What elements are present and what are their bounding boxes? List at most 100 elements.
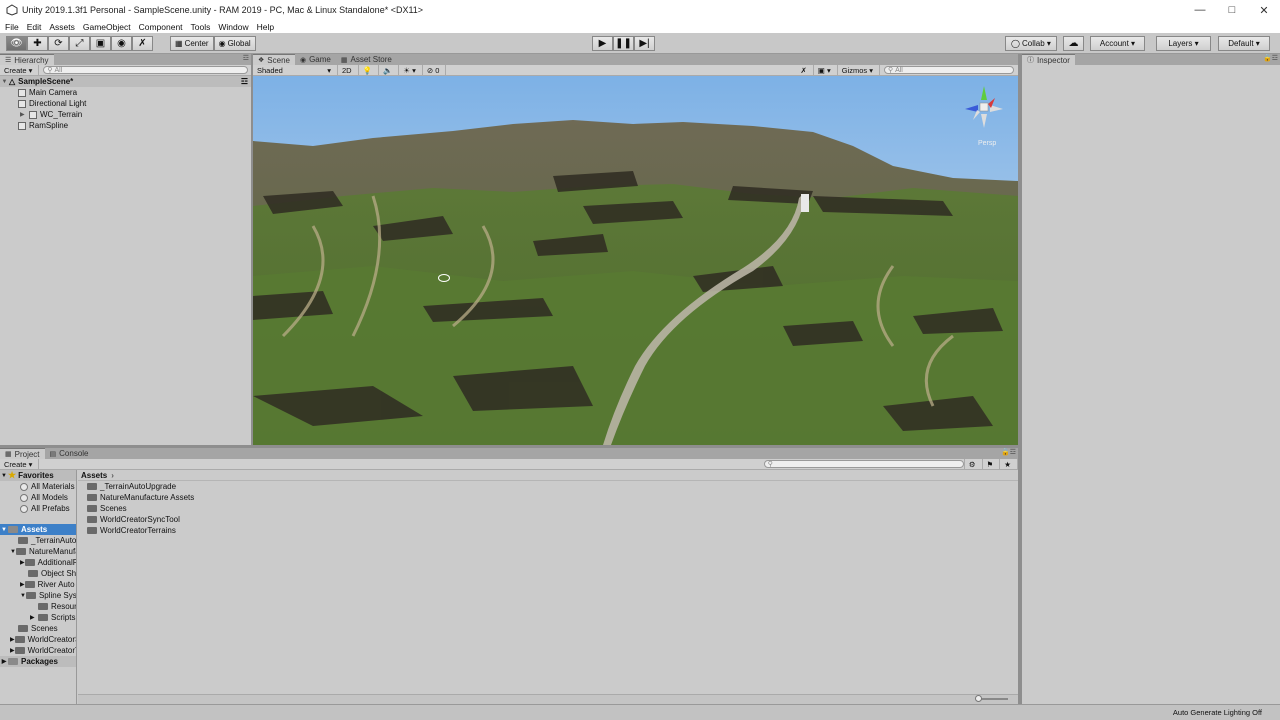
hierarchy-item[interactable]: ▶ WC_Terrain bbox=[0, 109, 251, 120]
hidden-objects-toggle[interactable]: ⊘ 0 bbox=[423, 64, 447, 76]
lighting-status[interactable]: Auto Generate Lighting Off bbox=[1173, 708, 1262, 717]
scene-search-input[interactable]: ⚲ All bbox=[884, 66, 1014, 74]
project-create-dropdown[interactable]: Create ▾ bbox=[0, 458, 40, 470]
expanded-arrow-icon[interactable]: ▼ bbox=[0, 527, 8, 533]
tree-folder-item[interactable]: ▶WorldCreatorSyncTool bbox=[0, 634, 76, 645]
tree-folder-item[interactable]: Scenes bbox=[0, 623, 76, 634]
panel-menu-icon[interactable]: ☲ bbox=[243, 54, 249, 62]
favorite-item[interactable]: All Materials bbox=[0, 481, 76, 492]
project-search-input[interactable]: ⚲ bbox=[763, 460, 964, 468]
collapsed-arrow-icon[interactable]: ▶ bbox=[0, 658, 8, 665]
filter-label-icon[interactable]: ⚑ bbox=[983, 458, 1001, 470]
favorites-row[interactable]: ▼ ★ Favorites bbox=[0, 470, 76, 481]
tab-project[interactable]: ▦ Project bbox=[0, 448, 45, 459]
transform-tool-icon[interactable]: ◉ bbox=[111, 36, 132, 51]
collapsed-arrow-icon[interactable]: ▶ bbox=[20, 581, 25, 588]
close-icon[interactable]: ✕ bbox=[1248, 0, 1280, 20]
scene-menu-icon[interactable]: ☲ bbox=[241, 77, 248, 86]
move-tool-icon[interactable]: ✚ bbox=[27, 36, 48, 51]
tree-folder-item[interactable]: _TerrainAutoUpgrade bbox=[0, 535, 76, 546]
audio-toggle-icon[interactable]: 🔈 bbox=[379, 64, 400, 76]
tree-folder-item[interactable]: ▶ Scripts bbox=[0, 612, 76, 623]
rotate-tool-icon[interactable]: ⟳ bbox=[48, 36, 69, 51]
account-dropdown[interactable]: Account ▾ bbox=[1090, 36, 1145, 51]
custom-tool-icon[interactable]: ✗ bbox=[132, 36, 153, 51]
favorite-item[interactable]: All Prefabs bbox=[0, 503, 76, 514]
pivot-global-button[interactable]: ◉ Global bbox=[213, 36, 256, 51]
collapsed-arrow-icon[interactable]: ▶ bbox=[20, 559, 25, 566]
folder-item[interactable]: NatureManufacture Assets bbox=[78, 492, 1018, 503]
tree-folder-item[interactable]: ▶River Auto Material bbox=[0, 579, 76, 590]
rect-tool-icon[interactable]: ▣ bbox=[90, 36, 111, 51]
expanded-arrow-icon[interactable]: ▼ bbox=[0, 473, 8, 479]
scene-viewport[interactable]: Persp bbox=[253, 76, 1018, 445]
assets-root-row[interactable]: ▼ Assets bbox=[0, 524, 76, 535]
folder-item[interactable]: WorldCreatorTerrains bbox=[78, 525, 1018, 536]
lighting-toggle-icon[interactable]: 💡 bbox=[359, 64, 379, 76]
tree-folder-item[interactable]: ▼NatureManufacture Assets bbox=[0, 546, 76, 557]
projection-label[interactable]: Persp bbox=[978, 140, 996, 147]
menu-assets[interactable]: Assets bbox=[49, 22, 75, 32]
panel-divider[interactable] bbox=[0, 445, 1018, 448]
panel-menu-icon[interactable]: 🔒☲ bbox=[1001, 448, 1016, 456]
expanded-arrow-icon[interactable]: ▼ bbox=[0, 79, 9, 85]
collapsed-arrow-icon[interactable]: ▶ bbox=[20, 111, 25, 118]
panel-divider[interactable] bbox=[251, 54, 253, 446]
folder-item[interactable]: _TerrainAutoUpgrade bbox=[78, 481, 1018, 492]
panel-menu-icon[interactable]: 🔒☲ bbox=[1263, 54, 1278, 62]
maximize-icon[interactable]: □ bbox=[1216, 0, 1248, 20]
panel-divider[interactable] bbox=[1018, 54, 1022, 704]
collab-dropdown[interactable]: ◯ Collab ▾ bbox=[1005, 36, 1057, 51]
hierarchy-item[interactable]: RamSpline bbox=[0, 120, 251, 131]
favorite-item[interactable]: All Models bbox=[0, 492, 76, 503]
shading-mode-dropdown[interactable]: Shaded ▾ bbox=[253, 64, 338, 76]
filter-type-icon[interactable]: ⚙ bbox=[963, 458, 983, 470]
collapsed-arrow-icon[interactable]: ▶ bbox=[30, 614, 38, 621]
folder-item[interactable]: WorldCreatorSyncTool bbox=[78, 514, 1018, 525]
tab-asset-store[interactable]: ▦ Asset Store bbox=[336, 54, 397, 65]
packages-row[interactable]: ▶ Packages bbox=[0, 656, 76, 667]
tree-folder-item[interactable]: ▶AdditionalResources bbox=[0, 557, 76, 568]
menu-help[interactable]: Help bbox=[257, 22, 274, 32]
menu-tools[interactable]: Tools bbox=[191, 22, 211, 32]
collapsed-arrow-icon[interactable]: ▶ bbox=[10, 647, 15, 654]
layers-dropdown[interactable]: Layers ▾ bbox=[1156, 36, 1211, 51]
effects-toggle-icon[interactable]: ☀ ▾ bbox=[399, 64, 423, 76]
tab-game[interactable]: ◉ Game bbox=[295, 54, 336, 65]
menu-file[interactable]: File bbox=[5, 22, 19, 32]
hierarchy-create-dropdown[interactable]: Create ▾ bbox=[0, 64, 40, 76]
collapsed-arrow-icon[interactable]: ▶ bbox=[10, 636, 15, 643]
folder-item[interactable]: Scenes bbox=[78, 503, 1018, 514]
layout-dropdown[interactable]: Default ▾ bbox=[1218, 36, 1270, 51]
hierarchy-item[interactable]: Directional Light bbox=[0, 98, 251, 109]
favorite-icon[interactable]: ★ bbox=[1000, 458, 1018, 470]
tools-icon[interactable]: ✗ bbox=[796, 64, 814, 76]
zoom-slider-thumb[interactable] bbox=[975, 695, 982, 702]
minimize-icon[interactable]: — bbox=[1184, 0, 1216, 20]
breadcrumb-assets[interactable]: Assets bbox=[81, 471, 107, 480]
scale-tool-icon[interactable]: ⤢ bbox=[69, 36, 90, 51]
2d-toggle[interactable]: 2D bbox=[338, 64, 359, 76]
tab-inspector[interactable]: ⓘ Inspector bbox=[1022, 54, 1075, 65]
hierarchy-search-input[interactable]: ⚲ All bbox=[43, 66, 249, 74]
hierarchy-scene-row[interactable]: ▼ △ SampleScene* ☲ bbox=[0, 76, 251, 87]
cloud-icon[interactable]: ☁ bbox=[1063, 36, 1084, 51]
camera-settings-icon[interactable]: ▣ ▾ bbox=[814, 64, 838, 76]
zoom-slider[interactable] bbox=[978, 698, 1008, 700]
gizmos-dropdown[interactable]: Gizmos ▾ bbox=[838, 64, 880, 76]
tree-folder-item[interactable]: ▶WorldCreatorTerrains bbox=[0, 645, 76, 656]
axis-gizmo-icon[interactable] bbox=[961, 84, 1007, 130]
menu-window[interactable]: Window bbox=[218, 22, 248, 32]
tab-scene[interactable]: ❖ Scene bbox=[253, 54, 295, 65]
view-tool-icon[interactable]: 👁 bbox=[6, 36, 27, 51]
tree-folder-item[interactable]: ▼Spline System bbox=[0, 590, 76, 601]
pivot-center-button[interactable]: ▦ Center bbox=[170, 36, 214, 51]
tab-hierarchy[interactable]: ☰ Hierarchy bbox=[0, 54, 54, 65]
tree-folder-item[interactable]: Resources bbox=[0, 601, 76, 612]
menu-gameobject[interactable]: GameObject bbox=[83, 22, 131, 32]
tab-console[interactable]: ▤ Console bbox=[45, 448, 94, 459]
play-button[interactable]: ▶ bbox=[592, 36, 613, 51]
menu-edit[interactable]: Edit bbox=[27, 22, 42, 32]
menu-component[interactable]: Component bbox=[139, 22, 183, 32]
pause-button[interactable]: ❚❚ bbox=[613, 36, 634, 51]
